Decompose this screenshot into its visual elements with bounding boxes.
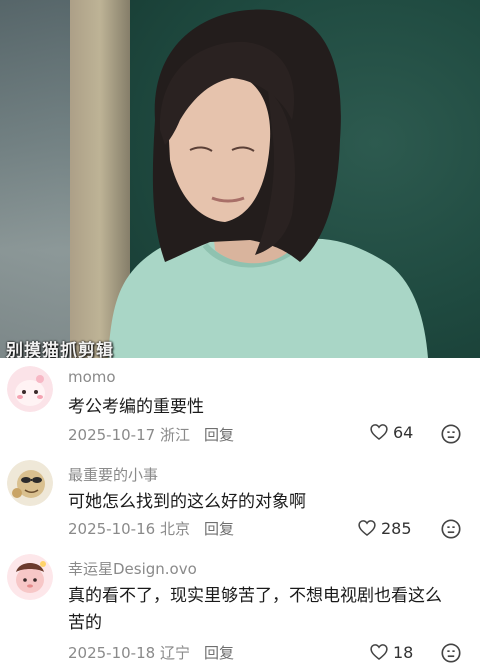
like-count: 285 — [381, 518, 412, 538]
comment-date-location: 2025-10-16 北京 — [68, 520, 190, 538]
like-button[interactable]: 64 — [369, 422, 413, 442]
avatar[interactable] — [7, 366, 53, 412]
comment-meta: 2025-10-17 浙江 回复 — [68, 424, 234, 445]
comment-list: momo 考公考编的重要性 2025-10-17 浙江 回复 64 最重要的小事… — [0, 358, 480, 672]
comment-username[interactable]: 最重要的小事 — [68, 464, 158, 485]
comment-item: momo 考公考编的重要性 2025-10-17 浙江 回复 64 — [0, 358, 480, 458]
like-count: 64 — [393, 422, 414, 442]
reply-button[interactable]: 回复 — [204, 426, 234, 444]
dislike-icon[interactable] — [440, 518, 462, 540]
like-button[interactable]: 18 — [369, 642, 413, 662]
woman-figure — [108, 9, 428, 358]
comment-date-location: 2025-10-18 辽宁 — [68, 644, 190, 662]
reply-button[interactable]: 回复 — [204, 520, 234, 538]
comment-date-location: 2025-10-17 浙江 — [68, 426, 190, 444]
comment-meta: 2025-10-16 北京 回复 — [68, 518, 234, 539]
comment-username[interactable]: 幸运星Design.ovo — [68, 558, 197, 579]
video-watermark: 别摸猫抓剪辑 — [6, 341, 114, 358]
heart-icon — [370, 424, 388, 441]
heart-icon — [370, 644, 388, 661]
comment-text-line: 真的看不了，现实里够苦了，不想电视剧也看这么 — [68, 586, 442, 606]
comment-meta: 2025-10-18 辽宁 回复 — [68, 642, 234, 663]
like-button[interactable]: 285 — [357, 518, 412, 538]
comment-text: 考公考编的重要性 — [68, 397, 204, 417]
comment-text: 真的看不了，现实里够苦了，不想电视剧也看这么 苦的 — [68, 583, 468, 637]
dislike-icon[interactable] — [440, 642, 462, 664]
video-frame[interactable]: 别摸猫抓剪辑 — [0, 0, 480, 358]
like-count: 18 — [393, 642, 414, 662]
avatar[interactable] — [7, 554, 53, 600]
heart-icon — [358, 520, 376, 537]
comment-item: 幸运星Design.ovo 真的看不了，现实里够苦了，不想电视剧也看这么 苦的 … — [0, 546, 480, 672]
avatar[interactable] — [7, 460, 53, 506]
comment-item: 最重要的小事 可她怎么找到的这么好的对象啊 2025-10-16 北京 回复 28… — [0, 454, 480, 546]
comment-username[interactable]: momo — [68, 368, 116, 386]
comment-text: 可她怎么找到的这么好的对象啊 — [68, 492, 306, 512]
dislike-icon[interactable] — [440, 423, 462, 445]
comment-text-line: 苦的 — [68, 613, 102, 633]
reply-button[interactable]: 回复 — [204, 644, 234, 662]
